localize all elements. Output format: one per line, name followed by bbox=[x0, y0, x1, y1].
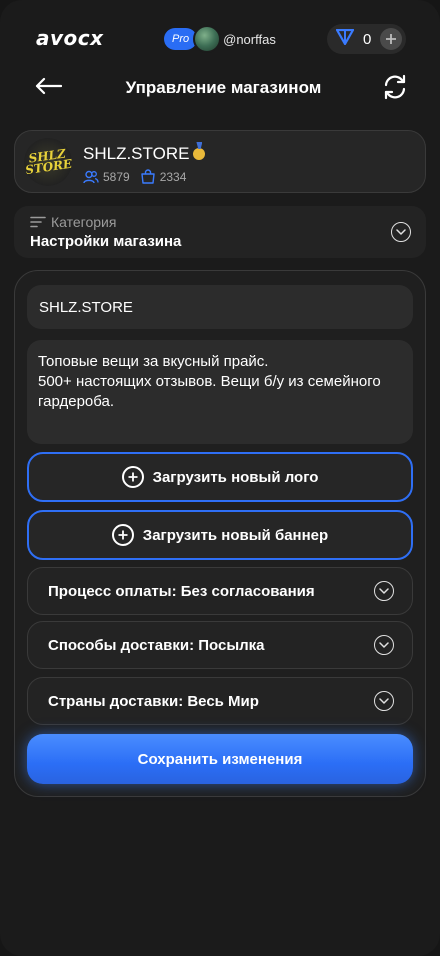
delivery-countries-select[interactable]: Страны доставки: Весь Мир bbox=[27, 677, 413, 725]
username: @norffas bbox=[223, 31, 276, 47]
diamond-icon bbox=[335, 28, 355, 50]
plus-icon[interactable] bbox=[380, 28, 402, 50]
refresh-icon bbox=[382, 74, 408, 105]
avatar bbox=[193, 25, 222, 53]
upload-banner-label: Загрузить новый баннер bbox=[142, 526, 329, 544]
app-frame: avocx Pro @norffas 0 Управление магазино… bbox=[0, 0, 440, 956]
medal-icon bbox=[193, 148, 206, 160]
plus-circle-icon bbox=[121, 466, 144, 488]
followers-stat: 5879 bbox=[83, 170, 130, 184]
store-logo-text: SHLZ STORE bbox=[24, 146, 72, 178]
followers-count: 5879 bbox=[103, 169, 130, 184]
save-changes-button[interactable]: Сохранить изменения bbox=[27, 734, 413, 784]
category-label: Категория bbox=[30, 214, 116, 230]
store-settings-panel: SHLZ.STORE Топовые вещи за вкусный прайс… bbox=[14, 270, 426, 797]
delivery-countries-label: Страны доставки: Весь Мир bbox=[48, 692, 259, 710]
chevron-down-icon bbox=[374, 635, 394, 655]
payment-process-label: Процесс оплаты: Без согласования bbox=[48, 582, 315, 600]
category-label-text: Категория bbox=[51, 214, 117, 230]
chevron-down-icon bbox=[374, 581, 394, 601]
page-header: Управление магазином bbox=[0, 70, 440, 106]
users-icon bbox=[83, 170, 99, 183]
upload-logo-button[interactable]: Загрузить новый лого bbox=[27, 452, 413, 502]
plus-circle-icon bbox=[111, 524, 134, 546]
user-chip[interactable]: Pro @norffas bbox=[164, 25, 276, 53]
delivery-methods-label: Способы доставки: Посылка bbox=[48, 636, 265, 654]
orders-count: 2334 bbox=[159, 169, 187, 184]
store-name-text: SHLZ.STORE bbox=[83, 144, 190, 163]
store-description-textarea[interactable]: Топовые вещи за вкусный прайс. 500+ наст… bbox=[27, 340, 413, 444]
store-name-input[interactable]: SHLZ.STORE bbox=[27, 285, 413, 329]
refresh-button[interactable] bbox=[382, 73, 410, 103]
wallet-balance[interactable]: 0 bbox=[327, 24, 406, 54]
chevron-down-icon bbox=[374, 691, 394, 711]
upload-banner-button[interactable]: Загрузить новый баннер bbox=[27, 510, 413, 560]
top-bar: avocx Pro @norffas 0 bbox=[0, 24, 440, 54]
store-logo: SHLZ STORE bbox=[24, 138, 72, 186]
sort-icon bbox=[30, 216, 46, 228]
category-value: Настройки магазина bbox=[30, 233, 182, 250]
orders-stat: 2334 bbox=[140, 169, 187, 184]
upload-logo-label: Загрузить новый лого bbox=[152, 468, 319, 486]
bag-icon bbox=[141, 169, 155, 184]
category-select[interactable]: Категория Настройки магазина bbox=[14, 206, 426, 258]
page-title: Управление магазином bbox=[125, 78, 322, 97]
payment-process-select[interactable]: Процесс оплаты: Без согласования bbox=[27, 567, 413, 615]
wallet-count: 0 bbox=[363, 30, 372, 48]
app-logo[interactable]: avocx bbox=[36, 26, 104, 50]
delivery-methods-select[interactable]: Способы доставки: Посылка bbox=[27, 621, 413, 669]
store-name: SHLZ.STORE bbox=[83, 144, 206, 164]
store-stats: 5879 2334 bbox=[83, 169, 196, 184]
store-card[interactable]: SHLZ STORE SHLZ.STORE 5879 2334 bbox=[14, 130, 426, 193]
chevron-down-icon bbox=[391, 222, 411, 242]
